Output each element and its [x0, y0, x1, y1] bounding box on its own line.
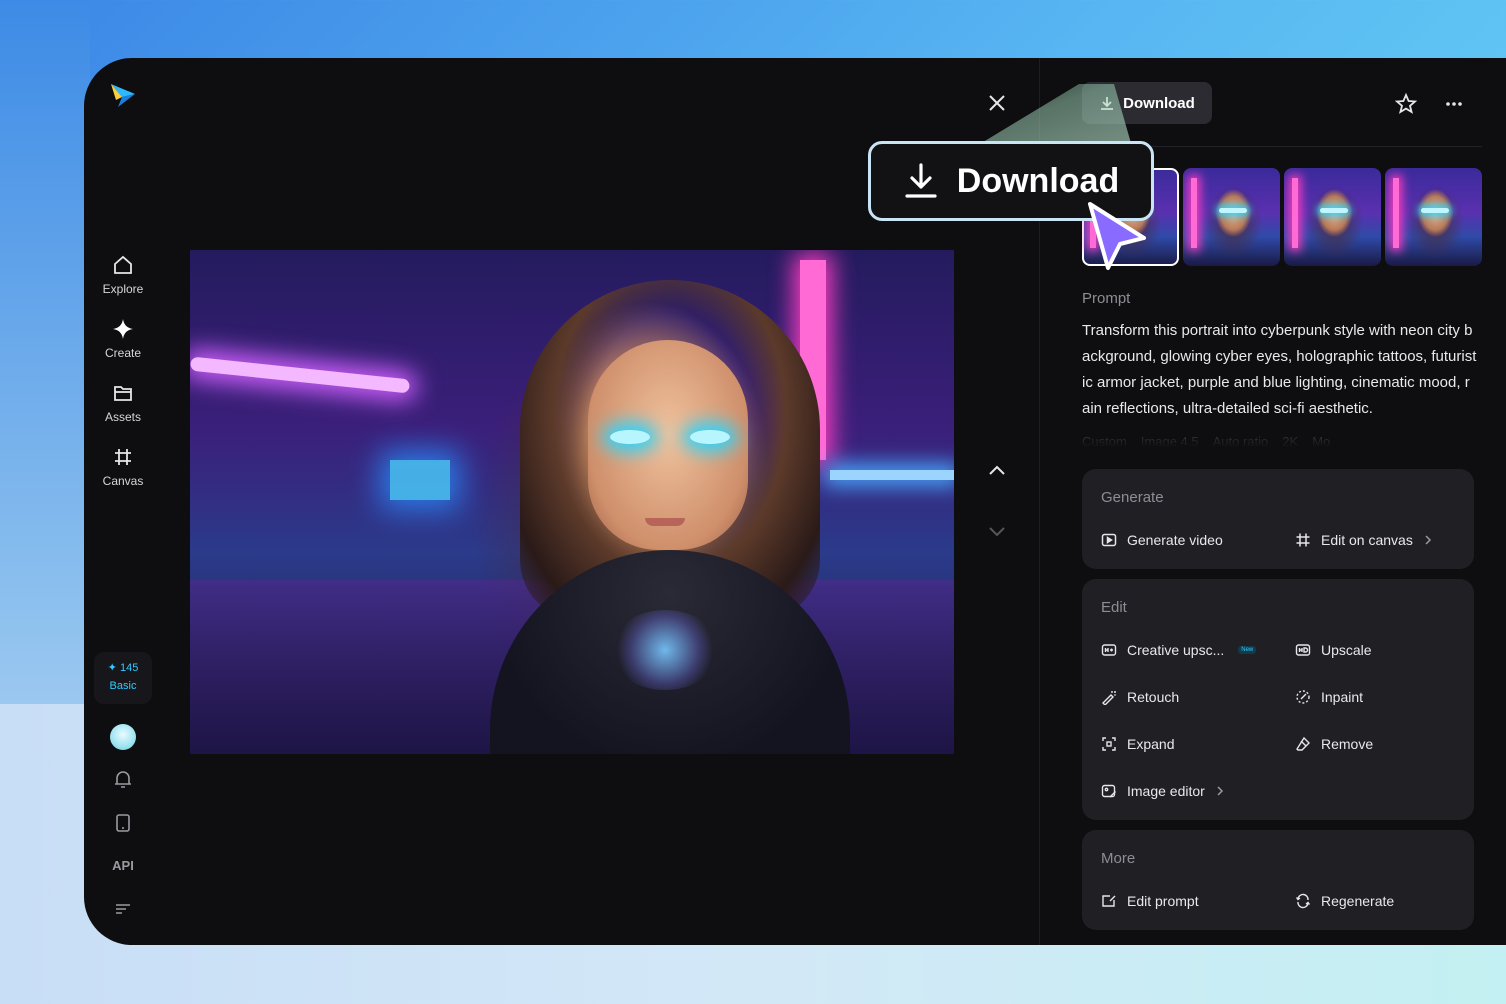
card-title: Edit [1101, 599, 1127, 616]
nav-canvas[interactable]: Canvas [84, 446, 162, 488]
plan-tier: Basic [94, 680, 152, 692]
credits-amount: ✦ 145 [94, 661, 152, 674]
close-icon[interactable] [984, 90, 1010, 116]
folder-icon [112, 382, 134, 404]
inpaint-icon [1295, 689, 1311, 705]
bell-icon[interactable] [112, 768, 134, 790]
neon-light [830, 470, 954, 480]
refresh-icon [1295, 893, 1311, 909]
holographic-tattoo [610, 610, 720, 690]
nav-label: Explore [103, 282, 144, 296]
card-title: More [1101, 850, 1135, 867]
canvas-icon [1295, 532, 1311, 548]
canvas-icon [112, 446, 134, 468]
download-icon [903, 162, 939, 200]
star-icon[interactable] [1394, 92, 1418, 116]
expand-button[interactable]: Expand [1101, 736, 1174, 752]
card-title: Generate [1101, 489, 1164, 506]
regenerate-button[interactable]: Regenerate [1295, 893, 1394, 909]
play-icon [1101, 532, 1117, 548]
api-link[interactable]: API [84, 858, 162, 873]
neon-light [190, 357, 410, 394]
left-rail: Explore Create Assets Canvas ✦ 145 Basic… [84, 58, 162, 945]
inpaint-button[interactable]: Inpaint [1295, 689, 1363, 705]
glowing-eye [690, 430, 730, 444]
image-edit-icon [1101, 783, 1117, 799]
app-logo-icon[interactable] [108, 80, 138, 110]
cursor-pointer-icon [1082, 198, 1152, 274]
prompt-text: Transform this portrait into cyberpunk s… [1082, 318, 1478, 422]
hd-plus-icon [1101, 642, 1117, 658]
chevron-right-icon [1215, 786, 1225, 796]
callout-label: Download [957, 162, 1119, 201]
chevron-up-icon[interactable] [986, 460, 1008, 482]
more-options-icon[interactable] [1442, 92, 1466, 116]
generate-video-button[interactable]: Generate video [1101, 532, 1223, 548]
eraser-icon [1295, 736, 1311, 752]
chevron-right-icon [1423, 535, 1433, 545]
nav-explore[interactable]: Explore [84, 254, 162, 296]
mobile-device-icon[interactable] [112, 812, 134, 834]
credits-badge[interactable]: ✦ 145 Basic [94, 652, 152, 704]
glowing-eye [610, 430, 650, 444]
nav-create[interactable]: Create [84, 318, 162, 360]
edit-on-canvas-button[interactable]: Edit on canvas [1295, 532, 1433, 548]
prompt-label: Prompt [1082, 290, 1130, 307]
more-card: More Edit prompt Regenerate [1082, 830, 1474, 930]
edit-card: Edit Creative upsc... New Upscale Retouc… [1082, 579, 1474, 820]
chevron-down-icon[interactable] [986, 520, 1008, 542]
meta-model: Image 4.5 [1141, 434, 1199, 452]
edit-prompt-button[interactable]: Edit prompt [1101, 893, 1199, 909]
mouth [645, 518, 685, 526]
meta-mode: Mo [1312, 434, 1330, 452]
generation-meta: Custom Image 4.5 Auto ratio 2K Mo [1082, 434, 1482, 452]
edit-prompt-icon [1101, 893, 1117, 909]
creative-upscale-button[interactable]: Creative upsc... New [1101, 642, 1256, 658]
expand-icon [1101, 736, 1117, 752]
nav-label: Assets [105, 410, 141, 424]
generated-image[interactable] [190, 250, 954, 754]
upscale-button[interactable]: Upscale [1295, 642, 1372, 658]
menu-icon[interactable] [112, 898, 134, 920]
app-window: Explore Create Assets Canvas ✦ 145 Basic… [84, 58, 1506, 945]
magic-wand-icon [1101, 689, 1117, 705]
thumbnail[interactable] [1284, 168, 1381, 266]
meta-resolution: 2K [1282, 434, 1298, 452]
nav-assets[interactable]: Assets [84, 382, 162, 424]
generate-card: Generate Generate video Edit on canvas [1082, 469, 1474, 569]
nav-label: Canvas [103, 474, 144, 488]
nav-label: Create [105, 346, 141, 360]
download-label: Download [1123, 95, 1195, 112]
thumbnail[interactable] [1385, 168, 1482, 266]
avatar[interactable] [110, 724, 136, 750]
thumbnail[interactable] [1183, 168, 1280, 266]
neon-light [390, 460, 450, 500]
meta-model-type: Custom [1082, 434, 1127, 452]
meta-ratio: Auto ratio [1213, 434, 1269, 452]
new-badge: New [1238, 646, 1256, 654]
remove-button[interactable]: Remove [1295, 736, 1373, 752]
sparkle-icon [112, 318, 134, 340]
retouch-button[interactable]: Retouch [1101, 689, 1179, 705]
home-icon [112, 254, 134, 276]
hd-icon [1295, 642, 1311, 658]
image-editor-button[interactable]: Image editor [1101, 783, 1225, 799]
